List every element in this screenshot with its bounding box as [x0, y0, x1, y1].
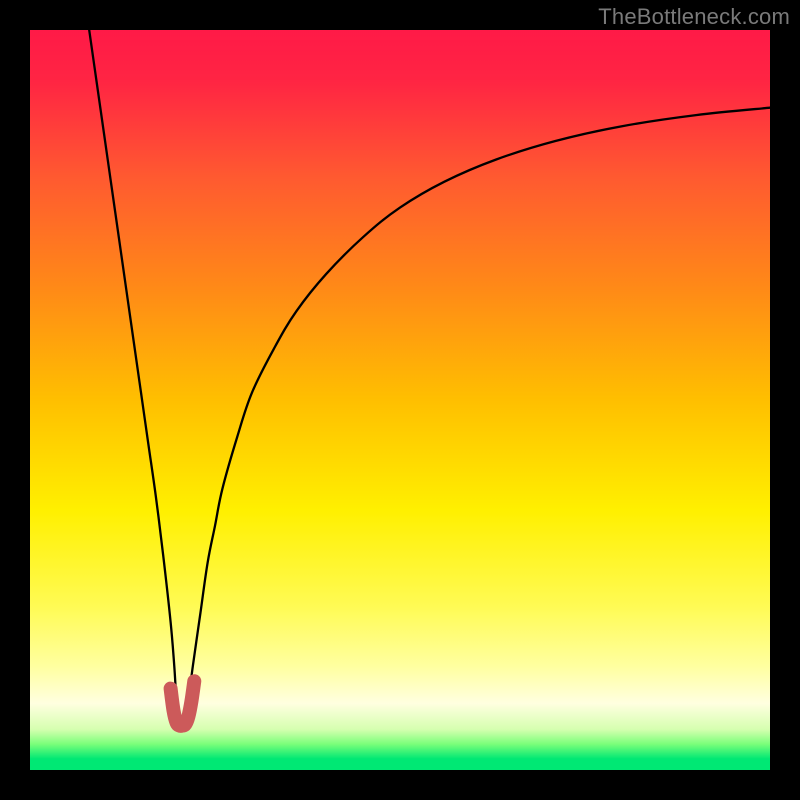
plot-svg: [30, 30, 770, 770]
chart-frame: TheBottleneck.com: [0, 0, 800, 800]
watermark-text: TheBottleneck.com: [598, 4, 790, 30]
plot-area: [30, 30, 770, 770]
